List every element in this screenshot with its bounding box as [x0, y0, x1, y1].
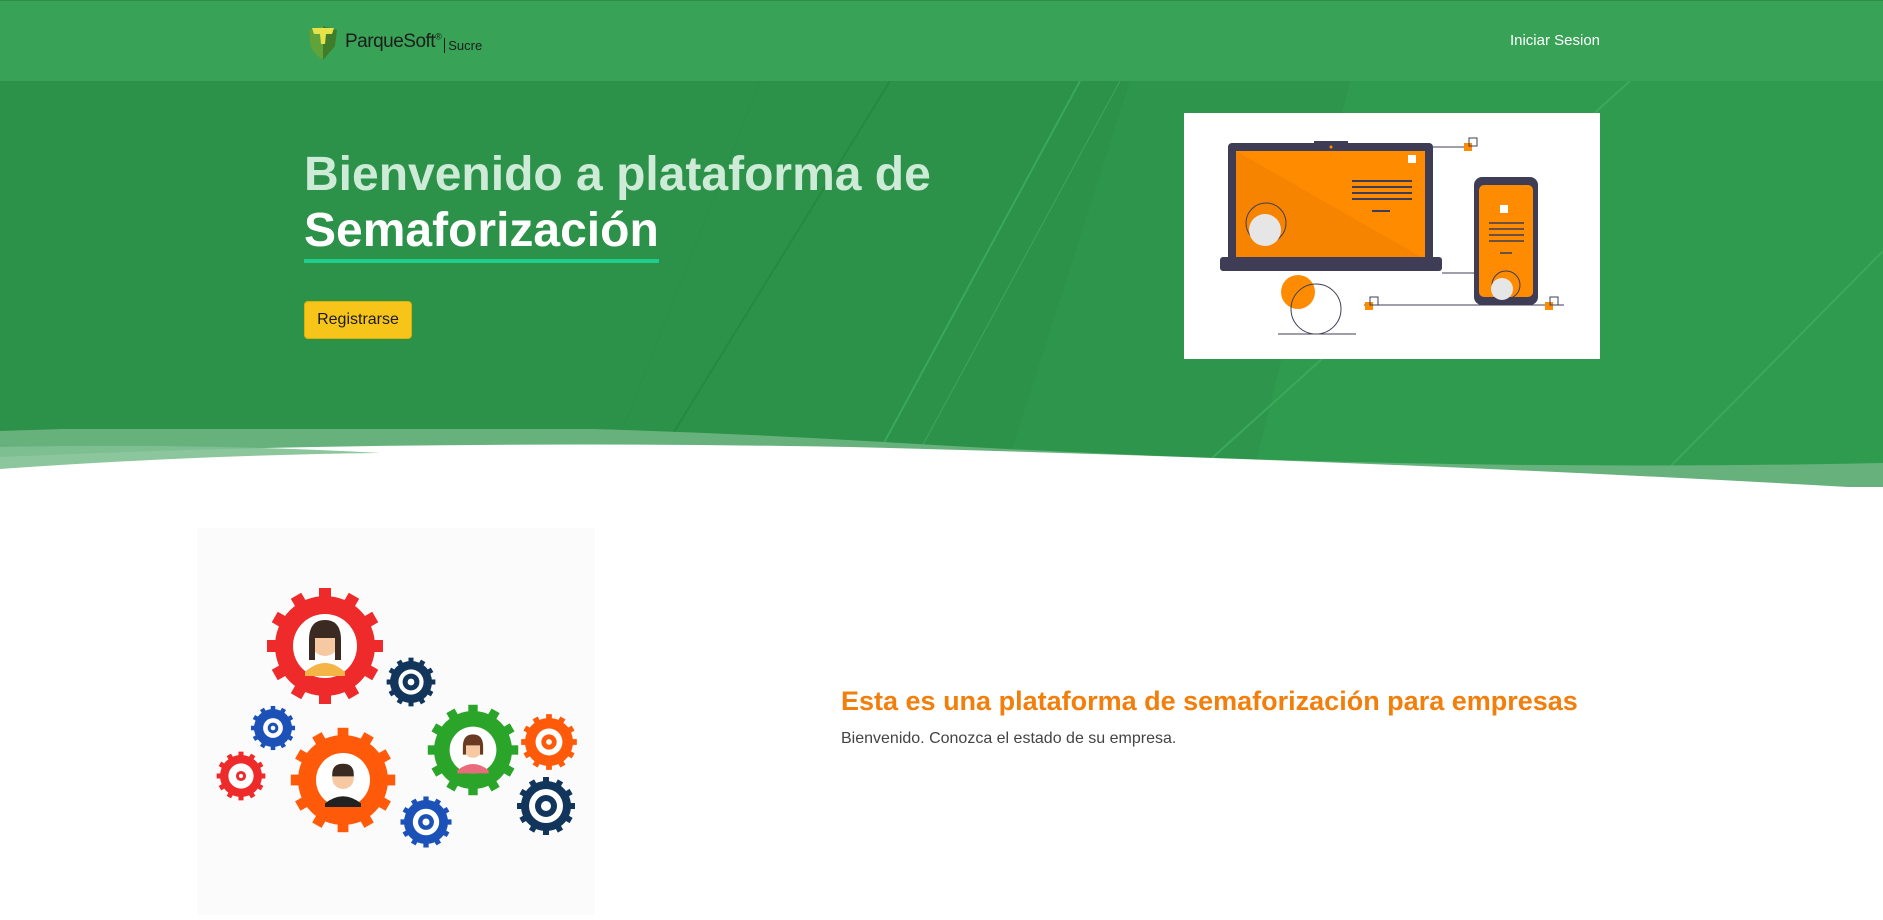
hero-background-pattern: [599, 81, 1883, 487]
info-title: Esta es una plataforma de semaforización…: [841, 686, 1578, 716]
hero-wave-divider: [0, 429, 1883, 487]
teamwork-gears-illustration: [216, 588, 577, 848]
register-button[interactable]: Registrarse: [304, 301, 412, 339]
info-text: Bienvenido. Conozca el estado de su empr…: [841, 730, 1177, 747]
brand-name: ParqueSoft®: [345, 31, 442, 52]
teamwork-gears-image: [197, 528, 595, 915]
devices-illustration: [1220, 137, 1564, 335]
hero-title-line1: Bienvenido a plataforma de: [304, 148, 931, 201]
navbar: ParqueSoft® Sucre Iniciar Sesion: [0, 0, 1883, 81]
hero-title-line2: Semaforización: [304, 203, 659, 263]
login-link[interactable]: Iniciar Sesion: [1510, 32, 1600, 49]
hero-title: Bienvenido a plataforma de Semaforizació…: [304, 147, 1064, 263]
parquesoft-logo-icon: [309, 26, 337, 60]
brand-logo[interactable]: ParqueSoft® Sucre: [305, 23, 482, 61]
hero-section: Bienvenido a plataforma de Semaforizació…: [0, 81, 1883, 487]
brand-sub: Sucre: [444, 37, 482, 53]
hero-illustration-card: [1184, 113, 1600, 359]
